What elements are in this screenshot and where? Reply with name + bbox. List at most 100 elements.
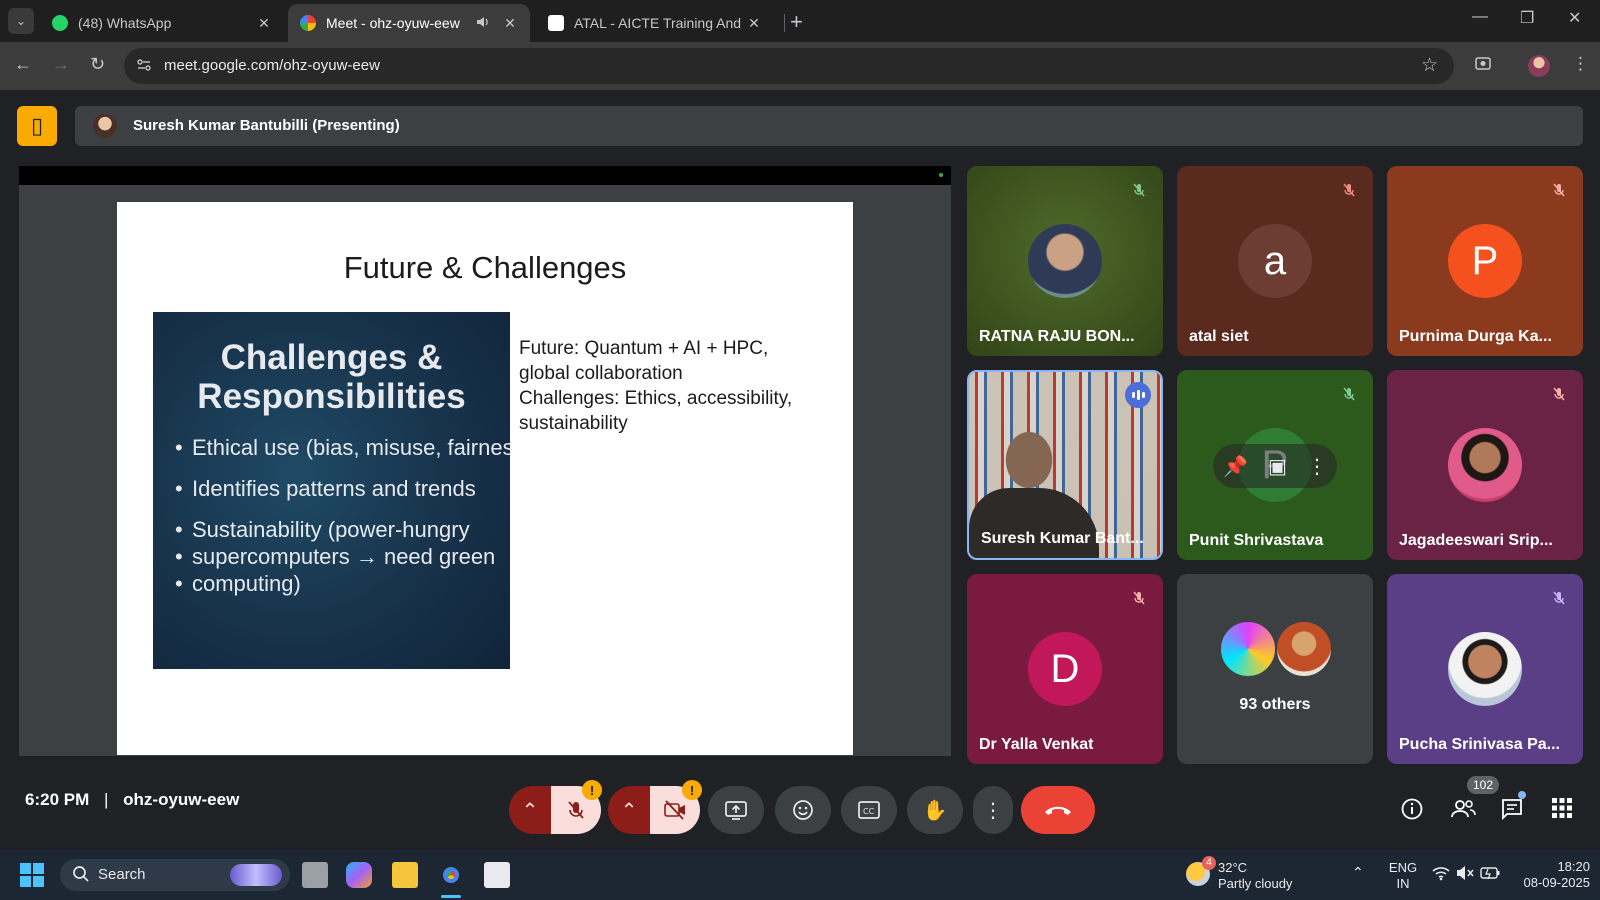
close-tab-icon[interactable]: ✕ [256,15,272,32]
raise-hand-button[interactable]: ✋ [907,786,963,834]
participant-tile[interactable]: P Purnima Durga Ka... [1387,166,1583,356]
tab-search-button[interactable]: ⌄ [8,8,34,34]
participant-photo [1028,224,1102,298]
weather-desc: Partly cloudy [1218,876,1293,891]
chat-icon [1502,799,1522,821]
participant-count-badge: 102 [1467,776,1500,794]
frame-icon[interactable]: ▣ [1268,454,1287,479]
participant-tile[interactable]: Pucha Srinivasa Pa... [1387,574,1583,764]
screen-capture-icon[interactable] [1474,54,1492,77]
forward-button[interactable]: → [52,54,70,75]
weather-widget[interactable]: 4 32°C Partly cloudy [1186,856,1316,892]
start-tile [33,863,44,874]
captions-button[interactable]: CC [841,786,897,834]
speaker-muted-icon[interactable] [1456,865,1474,886]
chrome-icon[interactable] [438,862,464,888]
muted-mic-icon [1127,178,1151,202]
activities-button[interactable] [1551,797,1573,825]
file-explorer-icon[interactable] [392,862,418,888]
muted-mic-icon [1337,382,1361,406]
people-button[interactable] [1450,797,1476,827]
new-tab-button[interactable]: + [790,9,803,35]
present-screen-button[interactable] [708,786,764,834]
task-view-icon[interactable] [302,862,328,888]
tile-hover-actions: 📌 ▣ ⋮ [1213,444,1337,488]
meeting-time: 6:20 PM [25,790,90,809]
more-options-button[interactable]: ⋮ [973,786,1013,834]
show-hidden-icons[interactable]: ⌃ [1352,864,1364,881]
more-options-icon[interactable]: ⋮ [1307,454,1327,479]
participant-tile[interactable]: P 📌 ▣ ⋮ Punit Shrivastava [1177,370,1373,560]
close-window-button[interactable]: ✕ [1568,8,1581,28]
site-settings-icon[interactable] [136,57,154,75]
slide-bullet-continued: supercomputers → need green [175,543,510,570]
slide-bullet-text: supercomputers → need green [192,544,496,569]
tab-whatsapp[interactable]: (48) WhatsApp ✕ [40,4,284,42]
chevron-up-icon: ⌃ [521,799,539,822]
people-icon [1451,800,1476,818]
participant-name: Purnima Durga Ka... [1399,328,1552,345]
info-divider: | [103,790,109,809]
weather-badge: 4 [1202,856,1216,870]
participant-tile-active-speaker[interactable]: Suresh Kumar Bant... [967,370,1163,560]
wifi-icon[interactable] [1432,865,1450,886]
system-clock[interactable]: 18:20 08-09-2025 [1510,859,1591,891]
windows-start-icon[interactable] [20,863,44,887]
audio-options-button[interactable]: ⌃ [509,786,551,834]
language-indicator[interactable]: ENG IN [1388,860,1418,892]
presenting-bar: Suresh Kumar Bantubilli (Presenting) [75,106,1583,146]
participant-name: Jagadeeswari Srip... [1399,532,1553,549]
participant-tile[interactable]: D Dr Yalla Venkat [967,574,1163,764]
whatsapp-icon [52,15,68,31]
bookmark-star-icon[interactable]: ☆ [1421,54,1438,77]
meeting-details-button[interactable] [1400,797,1424,827]
pin-icon[interactable]: 📌 [1223,454,1248,479]
others-avatar [1275,620,1333,678]
apps-grid-icon [1552,798,1572,818]
taskbar-search[interactable]: Search [60,859,290,891]
video-options-button[interactable]: ⌃ [608,786,650,834]
language-code: ENG [1388,860,1418,875]
participant-tile[interactable]: a atal siet [1177,166,1373,356]
info-icon [1401,798,1423,820]
speaker-icon[interactable] [476,15,490,32]
snipping-tool-icon[interactable] [484,862,510,888]
presentation-stage[interactable]: Future & Challenges Challenges & Respons… [19,166,951,756]
search-icon [72,865,90,888]
minimize-button[interactable]: — [1472,8,1488,26]
slide-body-text: Future: Quantum + AI + HPC, global colla… [519,336,819,436]
leave-call-button[interactable] [1021,786,1095,834]
muted-mic-icon [1547,178,1571,202]
address-bar[interactable]: meet.google.com/ohz-oyuw-eew ☆ [124,48,1454,84]
back-button[interactable]: ← [14,54,32,75]
tab-meet[interactable]: Meet - ohz-oyuw-eew ✕ [288,4,530,42]
participant-tile[interactable]: Jagadeeswari Srip... [1387,370,1583,560]
restore-button[interactable]: ❐ [1520,8,1534,28]
participant-tile[interactable]: RATNA RAJU BON... [967,166,1163,356]
tab-atal[interactable]: ATAL - AICTE Training And Lear ✕ [536,4,780,42]
meet-main: ▯ Suresh Kumar Bantubilli (Presenting) F… [0,90,1600,850]
copilot-icon[interactable] [346,862,372,888]
profile-avatar[interactable] [1528,55,1550,77]
raise-hand-icon: ✋ [922,799,948,822]
participant-name: Dr Yalla Venkat [979,736,1094,753]
mic-off-icon [568,801,584,819]
others-count: 93 others [1239,696,1311,713]
participant-name: Suresh Kumar Bant... [981,530,1144,547]
windows-taskbar: Search 4 32°C Partly cloudy ⌃ ENG IN 18:… [0,850,1600,900]
emoji-icon [793,800,813,820]
close-tab-icon[interactable]: ✕ [502,15,518,32]
close-tab-icon[interactable]: ✕ [746,15,762,32]
presentation-icon[interactable]: ▯ [17,106,57,146]
others-tile[interactable]: 93 others [1177,574,1373,764]
search-label: Search [98,866,146,883]
muted-mic-icon [1127,586,1151,610]
chat-button[interactable] [1500,791,1526,827]
reload-button[interactable]: ↻ [90,54,105,75]
reactions-button[interactable] [775,786,831,834]
browser-menu-icon[interactable]: ⋮ [1572,54,1589,74]
slide-text-line: Challenges: Ethics, accessibility, [519,388,793,409]
battery-icon[interactable] [1480,866,1500,885]
slide-image-heading-text: Challenges & Responsibilities [197,338,466,416]
participant-name: Punit Shrivastava [1189,532,1324,549]
